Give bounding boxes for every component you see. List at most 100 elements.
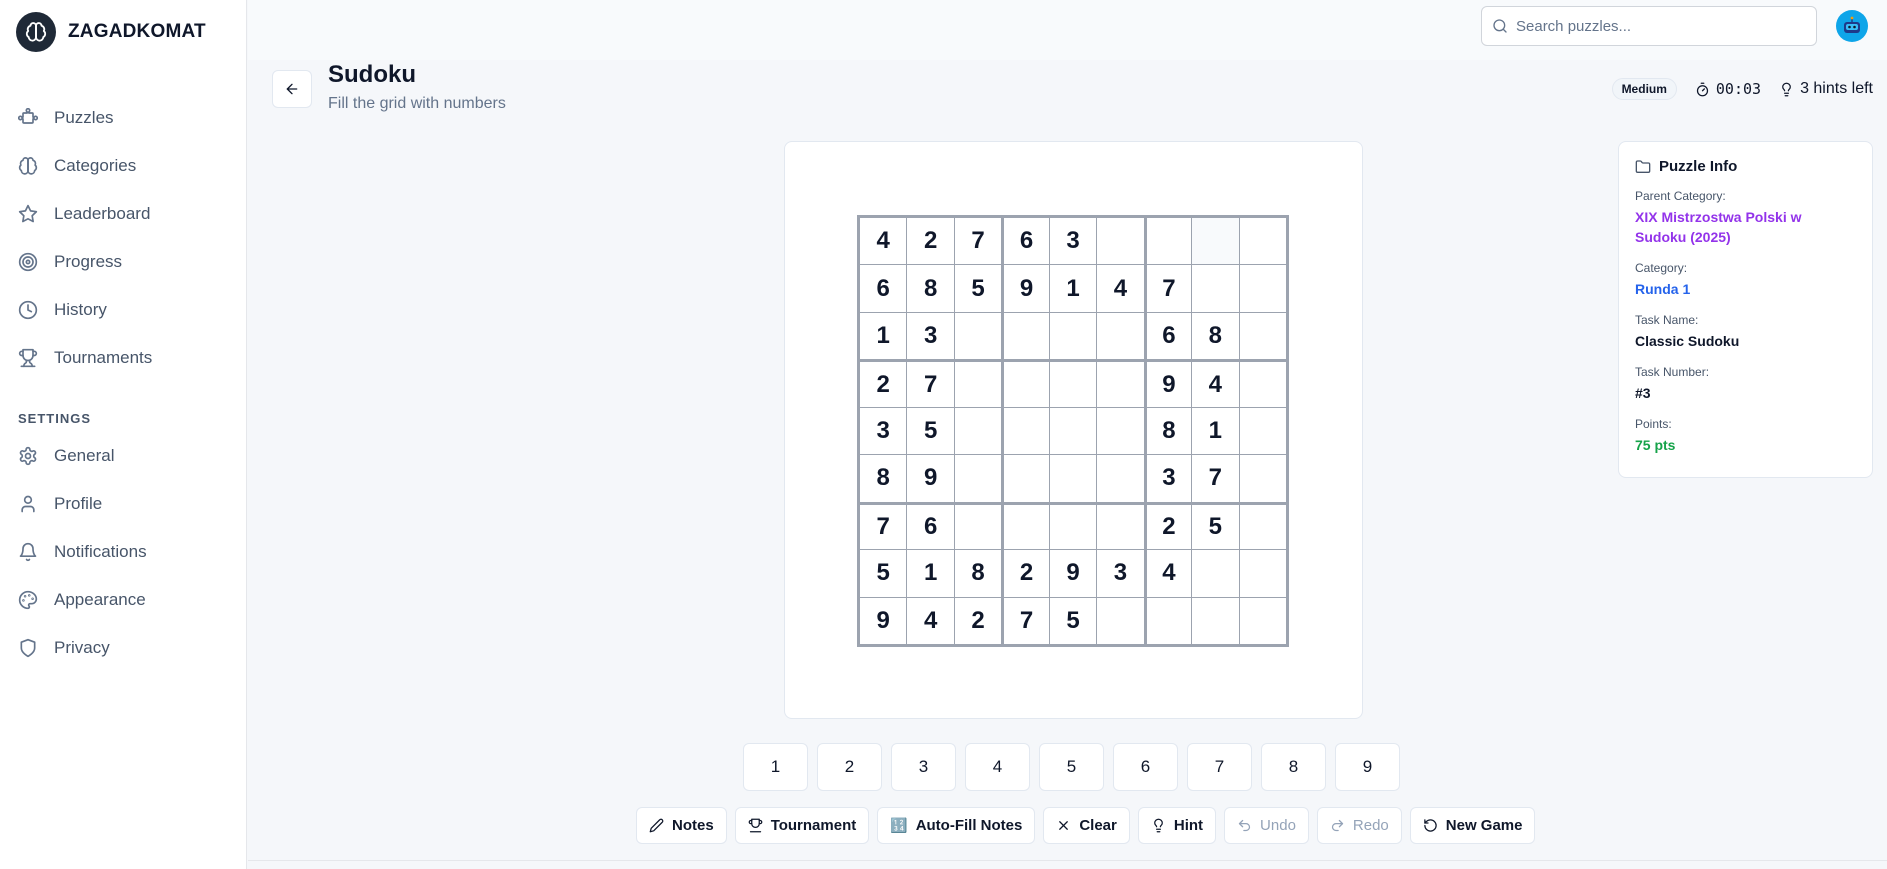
number-button-9[interactable]: 9 [1335, 743, 1400, 791]
sudoku-cell[interactable]: 6 [907, 502, 954, 550]
number-button-1[interactable]: 1 [743, 743, 808, 791]
sidebar-item-categories[interactable]: Categories [0, 142, 247, 190]
sudoku-cell[interactable]: 4 [907, 597, 954, 644]
sudoku-cell[interactable]: 7 [1002, 597, 1049, 644]
sudoku-cell[interactable] [1144, 597, 1192, 644]
sudoku-cell[interactable]: 9 [1049, 550, 1097, 597]
sudoku-cell[interactable]: 7 [954, 218, 1002, 265]
sudoku-cell[interactable] [1002, 360, 1049, 407]
sudoku-cell[interactable] [1049, 455, 1097, 502]
new-game-button[interactable]: New Game [1409, 807, 1536, 844]
sudoku-cell[interactable]: 3 [1144, 455, 1192, 502]
sudoku-cell[interactable]: 2 [907, 218, 954, 265]
sudoku-cell[interactable] [1239, 597, 1286, 644]
sudoku-cell[interactable] [1144, 218, 1192, 265]
sidebar-item-puzzles[interactable]: Puzzles [0, 94, 247, 142]
sudoku-cell[interactable] [1097, 597, 1144, 644]
sudoku-cell[interactable]: 8 [1144, 407, 1192, 455]
sudoku-cell[interactable]: 3 [1049, 218, 1097, 265]
sudoku-cell[interactable]: 1 [1049, 265, 1097, 312]
sudoku-cell[interactable] [1239, 312, 1286, 360]
sudoku-cell[interactable]: 8 [1192, 312, 1239, 360]
sidebar-item-history[interactable]: History [0, 286, 247, 334]
sudoku-cell[interactable]: 4 [1192, 360, 1239, 407]
sudoku-cell[interactable]: 2 [1002, 550, 1049, 597]
sudoku-cell[interactable]: 4 [860, 218, 907, 265]
sudoku-cell[interactable] [954, 407, 1002, 455]
sudoku-cell[interactable] [1239, 502, 1286, 550]
sudoku-cell[interactable]: 2 [954, 597, 1002, 644]
sudoku-cell[interactable]: 5 [954, 265, 1002, 312]
sudoku-cell[interactable] [1239, 407, 1286, 455]
sudoku-cell[interactable]: 6 [1002, 218, 1049, 265]
sudoku-cell[interactable] [1002, 455, 1049, 502]
sudoku-cell[interactable]: 8 [954, 550, 1002, 597]
number-button-6[interactable]: 6 [1113, 743, 1178, 791]
sudoku-cell[interactable] [1049, 407, 1097, 455]
sudoku-cell[interactable] [954, 312, 1002, 360]
sudoku-cell[interactable]: 9 [1002, 265, 1049, 312]
sudoku-cell[interactable]: 5 [907, 407, 954, 455]
back-button[interactable] [272, 70, 312, 108]
sudoku-cell[interactable]: 4 [1097, 265, 1144, 312]
sudoku-cell[interactable] [1239, 218, 1286, 265]
sidebar-item-privacy[interactable]: Privacy [0, 624, 247, 672]
sudoku-cell[interactable] [1002, 502, 1049, 550]
sudoku-cell[interactable]: 2 [1144, 502, 1192, 550]
sudoku-cell[interactable]: 6 [860, 265, 907, 312]
sudoku-cell[interactable]: 3 [860, 407, 907, 455]
sudoku-cell[interactable] [1049, 312, 1097, 360]
sidebar-item-general[interactable]: General [0, 432, 247, 480]
category-link[interactable]: Runda 1 [1635, 279, 1856, 299]
sudoku-cell[interactable] [1192, 597, 1239, 644]
sudoku-cell[interactable] [1192, 550, 1239, 597]
sudoku-cell[interactable] [1239, 360, 1286, 407]
number-button-8[interactable]: 8 [1261, 743, 1326, 791]
sudoku-cell[interactable] [1097, 312, 1144, 360]
sudoku-cell[interactable] [1049, 502, 1097, 550]
number-button-2[interactable]: 2 [817, 743, 882, 791]
sidebar-item-progress[interactable]: Progress [0, 238, 247, 286]
sudoku-cell[interactable]: 8 [907, 265, 954, 312]
sudoku-cell[interactable] [1049, 360, 1097, 407]
search-input[interactable] [1516, 17, 1796, 35]
sudoku-cell[interactable] [1097, 407, 1144, 455]
sudoku-cell[interactable]: 5 [860, 550, 907, 597]
number-button-4[interactable]: 4 [965, 743, 1030, 791]
clear-button[interactable]: Clear [1043, 807, 1130, 844]
avatar[interactable] [1836, 10, 1868, 42]
sudoku-cell[interactable]: 7 [1144, 265, 1192, 312]
sidebar-item-notifications[interactable]: Notifications [0, 528, 247, 576]
sudoku-cell[interactable] [1097, 455, 1144, 502]
sudoku-cell[interactable] [954, 455, 1002, 502]
sudoku-cell[interactable]: 5 [1049, 597, 1097, 644]
sudoku-cell[interactable] [954, 360, 1002, 407]
parent-category-link[interactable]: XIX Mistrzostwa Polski w Sudoku (2025) [1635, 207, 1856, 247]
sidebar-item-leaderboard[interactable]: Leaderboard [0, 190, 247, 238]
sudoku-cell[interactable] [1002, 312, 1049, 360]
sudoku-cell[interactable] [1097, 218, 1144, 265]
sudoku-cell[interactable]: 1 [860, 312, 907, 360]
notes-button[interactable]: Notes [636, 807, 727, 844]
number-button-7[interactable]: 7 [1187, 743, 1252, 791]
sudoku-cell[interactable]: 8 [860, 455, 907, 502]
sudoku-cell[interactable]: 3 [907, 312, 954, 360]
sudoku-cell[interactable]: 1 [907, 550, 954, 597]
sudoku-cell[interactable] [1239, 265, 1286, 312]
undo-button[interactable]: Undo [1224, 807, 1309, 844]
sudoku-cell[interactable]: 7 [860, 502, 907, 550]
brand[interactable]: ZAGADKOMAT [16, 12, 206, 52]
sudoku-cell[interactable] [1097, 360, 1144, 407]
sudoku-cell[interactable]: 6 [1144, 312, 1192, 360]
hint-button[interactable]: Hint [1137, 807, 1217, 844]
sudoku-cell[interactable]: 7 [1192, 455, 1239, 502]
sudoku-cell[interactable]: 9 [907, 455, 954, 502]
search-box[interactable] [1481, 6, 1817, 46]
sudoku-cell[interactable]: 1 [1192, 407, 1239, 455]
sudoku-cell[interactable] [1239, 550, 1286, 597]
sudoku-cell[interactable] [1192, 218, 1239, 265]
sudoku-cell[interactable] [1192, 265, 1239, 312]
sudoku-cell[interactable]: 9 [860, 597, 907, 644]
sudoku-cell[interactable] [1002, 407, 1049, 455]
sudoku-cell[interactable] [954, 502, 1002, 550]
